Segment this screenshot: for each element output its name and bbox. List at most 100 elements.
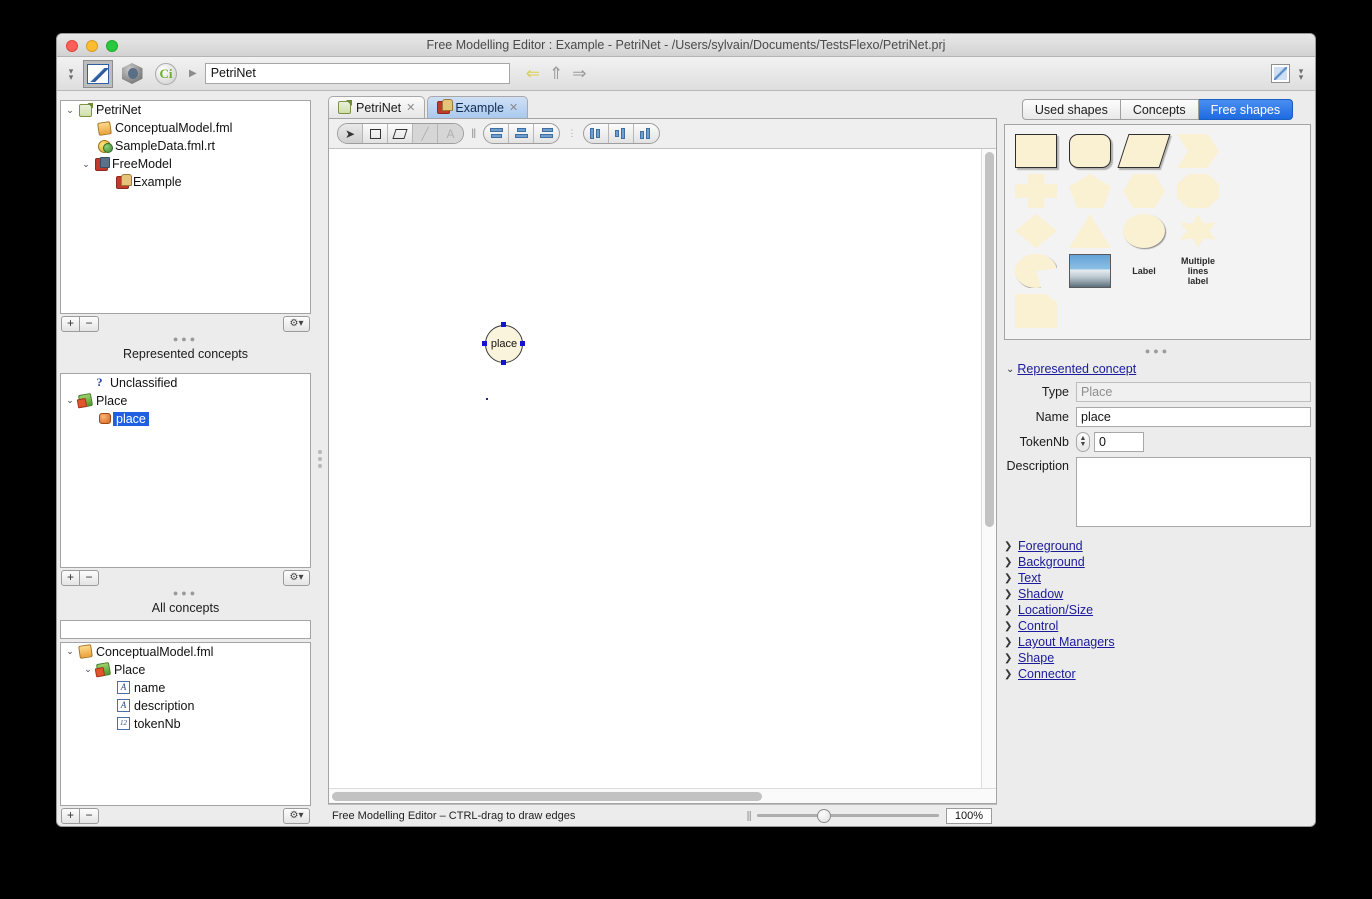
section-label[interactable]: Shape [1018, 651, 1054, 665]
twisty-icon[interactable]: ⌄ [79, 159, 93, 170]
hexagon-shape[interactable] [1123, 174, 1165, 208]
align-center-button[interactable] [609, 124, 635, 143]
chevron-double-down-icon[interactable]: ▾ ▾ [63, 63, 79, 85]
section-label[interactable]: Foreground [1018, 539, 1083, 553]
tab-concepts[interactable]: Concepts [1120, 99, 1199, 120]
section-label[interactable]: Shadow [1018, 587, 1063, 601]
diamond-shape[interactable] [1015, 214, 1057, 248]
up-arrow-icon[interactable]: ⇑ [549, 65, 563, 82]
twisty-icon[interactable]: ⌄ [63, 395, 77, 406]
rectangle-tool-button[interactable] [363, 124, 388, 143]
close-icon[interactable]: ✕ [509, 101, 518, 114]
back-arrow-icon[interactable]: ⇐ [526, 65, 540, 82]
image-shape[interactable] [1069, 254, 1111, 288]
gear-icon[interactable]: ⚙▾ [283, 570, 310, 587]
section-background[interactable]: ❯ Background [1004, 554, 1311, 570]
close-icon[interactable]: ✕ [406, 101, 415, 114]
section-location-size[interactable]: ❯ Location/Size [1004, 602, 1311, 618]
tree-item[interactable]: A description [61, 697, 310, 715]
section-layout-managers[interactable]: ❯ Layout Managers [1004, 634, 1311, 650]
remove-button[interactable]: − [80, 570, 99, 587]
name-field[interactable]: place [1076, 407, 1311, 427]
octagon-shape[interactable] [1177, 174, 1219, 208]
path-input[interactable]: PetriNet [204, 63, 510, 84]
tree-item[interactable]: ⌄ PetriNet [61, 101, 310, 119]
diagram-canvas[interactable]: place [329, 149, 981, 788]
pentagon-shape[interactable] [1069, 174, 1111, 208]
tree-item-selected[interactable]: place [61, 410, 310, 428]
add-button[interactable]: + [61, 570, 80, 587]
gear-icon[interactable]: ⚙▾ [283, 808, 310, 825]
ci-icon[interactable]: Ci [151, 60, 181, 88]
rectangle-shape[interactable] [1015, 134, 1057, 168]
section-label[interactable]: Text [1018, 571, 1041, 585]
zoom-slider[interactable] [757, 808, 939, 823]
represented-concepts-tree[interactable]: ? Unclassified ⌄ Place place [60, 372, 311, 569]
description-field[interactable] [1076, 457, 1311, 527]
zoom-value-field[interactable]: 100% [946, 807, 992, 824]
toolbar-chevron-double-down-icon[interactable]: ▾ ▾ [1293, 63, 1309, 85]
select-tool-button[interactable]: ➤ [338, 124, 363, 143]
twisty-icon[interactable]: ⌄ [63, 105, 77, 116]
inspector-splitter[interactable]: ●●● [1004, 346, 1311, 358]
label-shape[interactable]: Label [1123, 254, 1165, 288]
multiline-label-shape[interactable]: Multiple lines label [1177, 254, 1219, 288]
polygon-tool-button[interactable] [388, 124, 413, 143]
canvas-horizontal-scrollbar[interactable] [329, 788, 996, 803]
all-concepts-tree[interactable]: ⌄ ConceptualModel.fml ⌄ Place A name A d… [60, 641, 311, 807]
tree-item[interactable]: 12 tokenNb [61, 715, 310, 733]
rounded-rectangle-shape[interactable] [1069, 134, 1111, 168]
align-left-button[interactable] [584, 124, 610, 143]
section-connector[interactable]: ❯ Connector [1004, 666, 1311, 682]
tree-item[interactable]: A name [61, 679, 310, 697]
section-shape[interactable]: ❯ Shape [1004, 650, 1311, 666]
search-input[interactable] [60, 619, 311, 639]
tab-used-shapes[interactable]: Used shapes [1021, 99, 1121, 120]
chevron-right-icon[interactable]: ❯ [1004, 541, 1014, 552]
panel-splitter[interactable]: ●●● [57, 588, 314, 600]
tab-free-shapes[interactable]: Free shapes [1198, 99, 1294, 120]
section-label[interactable]: Location/Size [1018, 603, 1093, 617]
place-node[interactable]: place [485, 325, 523, 363]
tokennb-stepper[interactable]: ▲ ▼ [1076, 432, 1090, 452]
tree-item[interactable]: ⌄ Place [61, 392, 310, 410]
tree-item[interactable]: ConceptualModel.fml [61, 119, 310, 137]
section-shadow[interactable]: ❯ Shadow [1004, 586, 1311, 602]
resize-handle-bottom[interactable] [501, 360, 506, 365]
tokennb-field[interactable]: 0 [1094, 432, 1144, 452]
chevron-shape[interactable] [1177, 134, 1219, 168]
chevron-right-icon[interactable]: ❯ [1004, 605, 1014, 616]
tab-petrinet[interactable]: PetriNet ✕ [328, 96, 426, 118]
chevron-right-icon[interactable]: ❯ [1004, 669, 1014, 680]
pie-shape[interactable] [1015, 254, 1057, 288]
align-bottom-button[interactable] [534, 124, 559, 143]
chevron-right-icon[interactable]: ❯ [1004, 621, 1014, 632]
close-window-button[interactable] [66, 40, 78, 52]
tree-item[interactable]: ? Unclassified [61, 374, 310, 392]
section-label[interactable]: Connector [1018, 667, 1076, 681]
section-label[interactable]: Layout Managers [1018, 635, 1115, 649]
cross-shape[interactable] [1015, 174, 1057, 208]
remove-button[interactable]: − [80, 316, 99, 333]
section-control[interactable]: ❯ Control [1004, 618, 1311, 634]
resize-handle-right[interactable] [520, 341, 525, 346]
chevron-right-icon[interactable]: ❯ [1004, 637, 1014, 648]
chevron-down-icon[interactable]: ⌄ [1006, 364, 1014, 375]
remove-button[interactable]: − [80, 808, 99, 825]
text-tool-button[interactable]: A [438, 124, 463, 143]
align-middle-button[interactable] [509, 124, 535, 143]
section-text[interactable]: ❯ Text [1004, 570, 1311, 586]
chevron-right-icon[interactable]: ❯ [1004, 557, 1014, 568]
resize-handle-top[interactable] [501, 322, 506, 327]
inspector-header[interactable]: ⌄ Represented concept [1006, 362, 1311, 376]
inspector-header-label[interactable]: Represented concept [1017, 362, 1136, 376]
note-shape[interactable] [1015, 294, 1057, 328]
tree-item[interactable]: SampleData.fml.rt [61, 137, 310, 155]
minimize-window-button[interactable] [86, 40, 98, 52]
ellipse-shape[interactable] [1123, 214, 1165, 248]
tab-example[interactable]: Example ✕ [427, 96, 529, 118]
chevron-right-icon[interactable]: ❯ [1004, 589, 1014, 600]
section-label[interactable]: Background [1018, 555, 1085, 569]
tree-item[interactable]: ⌄ ConceptualModel.fml [61, 643, 310, 661]
tree-item[interactable]: Example [61, 173, 310, 191]
